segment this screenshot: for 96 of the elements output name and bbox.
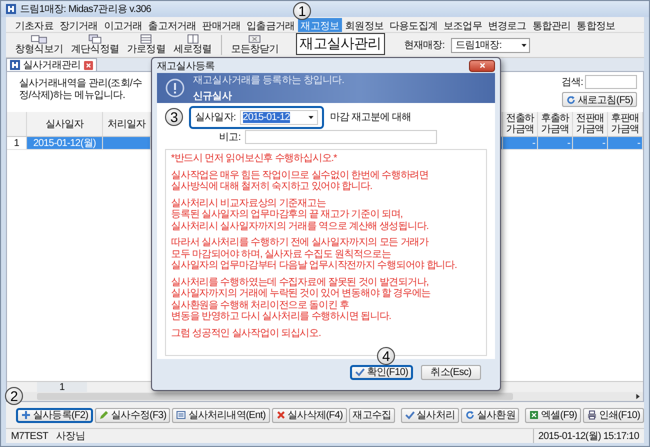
column-header[interactable]: 전출하가금액 xyxy=(503,112,538,136)
notice-line: 실사처리를 수행하였는데 수집자료에 잘못된 것이 발견되거나, xyxy=(171,276,428,288)
notice-line: 실사환원을 수행해 처리이전으로 돌이킨 후 xyxy=(171,300,349,311)
table-cell: - xyxy=(503,137,538,149)
notice-line: 모두 마감되어야 하며, 실사자료 수집도 원칙적으로는 xyxy=(171,248,391,260)
exclamation-icon xyxy=(165,78,185,98)
menu-item[interactable]: 입출금거래 xyxy=(244,18,298,32)
date-time: 2015-01-12(월) 15:17:10 xyxy=(533,429,639,443)
checkmark-icon xyxy=(354,367,365,377)
notice-line: 실사방식에 대해 철저히 숙지하고 있어야 합니다. xyxy=(171,181,372,192)
menu-item[interactable]: 회원정보 xyxy=(342,18,386,32)
document-tab[interactable]: 실사거래관리 xyxy=(6,58,97,71)
row-count: 1 xyxy=(37,382,87,392)
toolbar-button[interactable]: 가로정렬 xyxy=(124,34,168,54)
action-button[interactable]: 실사등록(F2) xyxy=(16,408,94,422)
user-role: 사장님 xyxy=(56,430,85,443)
column-header[interactable]: 후출하가금액 xyxy=(538,112,573,136)
notice-line: 실사일자까지의 거래에 누락된 것이 있어 변동해야 할 경우에는 xyxy=(171,288,431,300)
action-button[interactable]: 실사환원 xyxy=(461,408,520,422)
window-icon xyxy=(29,34,49,44)
close-icon xyxy=(276,410,286,420)
refresh-icon xyxy=(566,94,576,104)
dialog-button[interactable]: 취소(Esc) xyxy=(421,364,481,380)
pencil-icon xyxy=(99,410,110,420)
step-marker: 4 xyxy=(377,347,395,365)
column-header[interactable]: 전판매가금액 xyxy=(573,112,608,136)
step-marker: 3 xyxy=(165,108,183,126)
window-title: 드림1매장: Midas7관리용 v.306 xyxy=(20,3,152,16)
scroll-right-icon[interactable] xyxy=(635,393,641,400)
dropdown-arrow-icon xyxy=(520,41,528,49)
menu-item[interactable]: 다용도집계 xyxy=(386,18,440,32)
checkmark-icon xyxy=(404,410,415,420)
store-label: 현재매장: xyxy=(404,39,445,52)
banner-text: 재고실사거래를 등록하는 창입니다. xyxy=(193,74,344,87)
notice-line: 변동을 반영하고 다시 실사처리를 수행하시면 됩니다. xyxy=(171,311,391,322)
app-icon xyxy=(6,4,16,14)
action-button[interactable]: 실사처리 xyxy=(400,408,460,422)
menu-item[interactable]: 이고거래 xyxy=(100,18,146,32)
printer-icon xyxy=(586,410,597,420)
close-icon xyxy=(478,62,486,69)
action-button[interactable]: 재고수집 xyxy=(348,408,396,422)
menu-item[interactable]: 변경로그 xyxy=(484,18,530,32)
table-cell: 2015-01-12(월) xyxy=(27,137,103,149)
description-text: 실사거래내역을 관리(조회/수정/삭제)하는 메뉴입니다. xyxy=(19,78,143,103)
menu-item[interactable]: 출고저거래 xyxy=(145,18,200,32)
action-button[interactable]: 실사삭제(F4) xyxy=(272,408,347,422)
refresh-button[interactable]: 새로고침(F5) xyxy=(562,92,637,107)
toolbar-button[interactable]: 계단식정렬 xyxy=(68,34,122,54)
notice-line: 등록된 실사일자의 업무마감후의 끝 재고가 기준이 되며, xyxy=(171,209,402,220)
notice-line: 실사처리시 비교자료상의 기준재고는 xyxy=(171,198,326,209)
row-number: 1 xyxy=(7,137,27,149)
menu-item[interactable]: 보조업무 xyxy=(440,18,485,32)
dialog-title: 재고실사등록 xyxy=(157,60,215,72)
menu-item[interactable]: 통합정보 xyxy=(574,18,618,32)
dialog-button[interactable]: 확인(F10) xyxy=(350,364,413,380)
action-button[interactable]: 엑셀(F9) xyxy=(524,408,581,422)
toolbar-button[interactable]: 모든창닫기 xyxy=(228,34,282,54)
column-header[interactable]: 실사일자 xyxy=(27,112,103,136)
toolbar-button[interactable]: 창형식보기 xyxy=(12,34,66,54)
field-suffix: 마감 재고분에 대해 xyxy=(330,111,412,124)
close-button[interactable] xyxy=(469,60,495,72)
plus-icon xyxy=(21,410,31,420)
list-icon xyxy=(176,410,186,420)
user-id: M7TEST xyxy=(11,430,48,442)
notice-line: 따라서 실사처리를 수행하기 전에 실사일자까지의 모든 거래가 xyxy=(171,237,428,248)
table-cell: - xyxy=(608,137,643,149)
scroll-thumb[interactable] xyxy=(37,393,513,400)
menu-item[interactable]: 통합관리 xyxy=(529,18,574,32)
action-button[interactable]: 실사처리내역(Ent) xyxy=(172,408,270,422)
column-header[interactable]: 후판매가금액 xyxy=(608,112,643,136)
notice-line: 실사일자의 업무마감부터 다음날 업무시작전까지 수행되어야 합니다. xyxy=(171,260,457,272)
menu-popup-item[interactable]: 재고실사관리 xyxy=(296,32,386,54)
banner-subtitle: 신규실사 xyxy=(193,90,233,103)
menu-item[interactable]: 장기거래 xyxy=(56,18,101,32)
action-button[interactable]: 실사수정(F3) xyxy=(95,408,170,422)
dropdown-arrow-icon xyxy=(306,113,315,121)
date-field[interactable]: 실사일자: 2015-01-12 xyxy=(189,106,324,128)
store-select[interactable]: 드림1매장: xyxy=(450,38,530,52)
close-icon[interactable] xyxy=(84,60,93,70)
notice-line: *반드시 먼저 읽어보신후 수행하십시오.* xyxy=(171,153,337,164)
menu-item[interactable]: 판매거래 xyxy=(199,18,244,32)
remark-field[interactable] xyxy=(244,130,437,144)
remark-label: 비고: xyxy=(219,131,241,144)
notice-line: 실사작업은 매우 힘든 작업이므로 실수없이 한번에 수행하려면 xyxy=(171,170,428,181)
action-button[interactable]: 인쇄(F10) xyxy=(582,408,644,422)
spreadsheet-icon xyxy=(528,410,539,420)
table-cell: - xyxy=(573,137,608,149)
menu-item[interactable]: 기초자료 xyxy=(12,18,56,32)
search-label: 검색: xyxy=(561,76,583,89)
tab-label: 실사거래관리 xyxy=(23,59,81,72)
notice-line: 그럼 성공적인 실사작업이 되십시오. xyxy=(171,328,321,339)
refresh-icon xyxy=(465,410,476,420)
search-field[interactable] xyxy=(585,75,637,89)
toolbar-button[interactable]: 세로정렬 xyxy=(170,34,215,54)
notice-line: 실사처리시 실사일자까지의 거래를 역으로 계산해 생성됩니다. xyxy=(171,220,428,232)
table-cell: - xyxy=(538,137,573,149)
